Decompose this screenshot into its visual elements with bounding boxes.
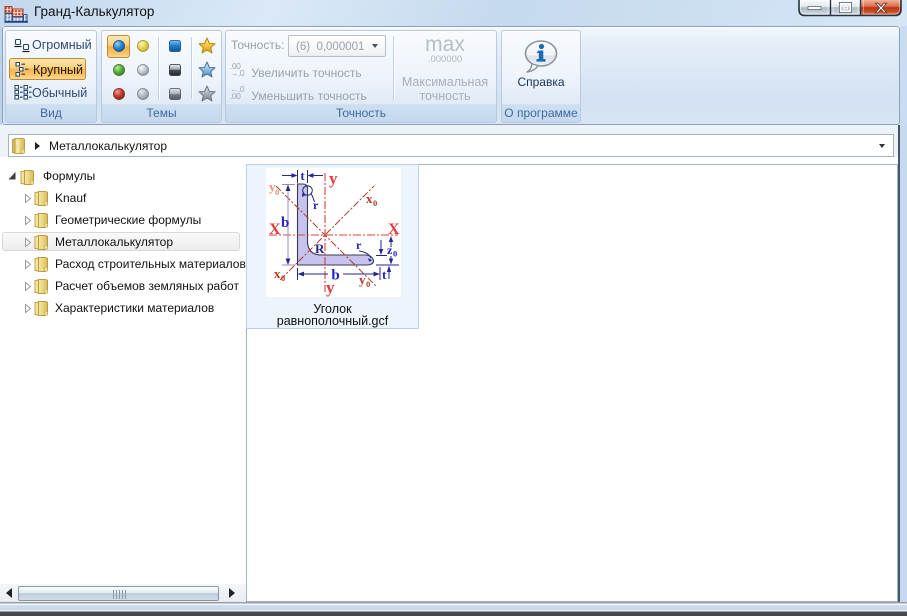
- svg-text:0: 0: [393, 249, 397, 259]
- svg-text:x: x: [274, 266, 281, 281]
- svg-text:X: X: [269, 221, 281, 238]
- svg-text:b: b: [281, 215, 289, 231]
- svg-text:0: 0: [366, 279, 370, 289]
- svg-text:0: 0: [373, 198, 377, 208]
- svg-text:t: t: [382, 267, 387, 282]
- svg-text:0: 0: [275, 187, 279, 197]
- svg-text:y: y: [326, 278, 335, 297]
- svg-text:y: y: [329, 169, 338, 188]
- svg-text:t: t: [300, 168, 305, 183]
- svg-text:0: 0: [281, 273, 285, 283]
- svg-text:y: y: [359, 272, 366, 287]
- svg-text:R: R: [315, 241, 325, 256]
- svg-text:X: X: [388, 221, 400, 238]
- svg-text:r: r: [356, 238, 362, 252]
- svg-text:x: x: [366, 191, 373, 206]
- svg-text:r: r: [313, 198, 319, 212]
